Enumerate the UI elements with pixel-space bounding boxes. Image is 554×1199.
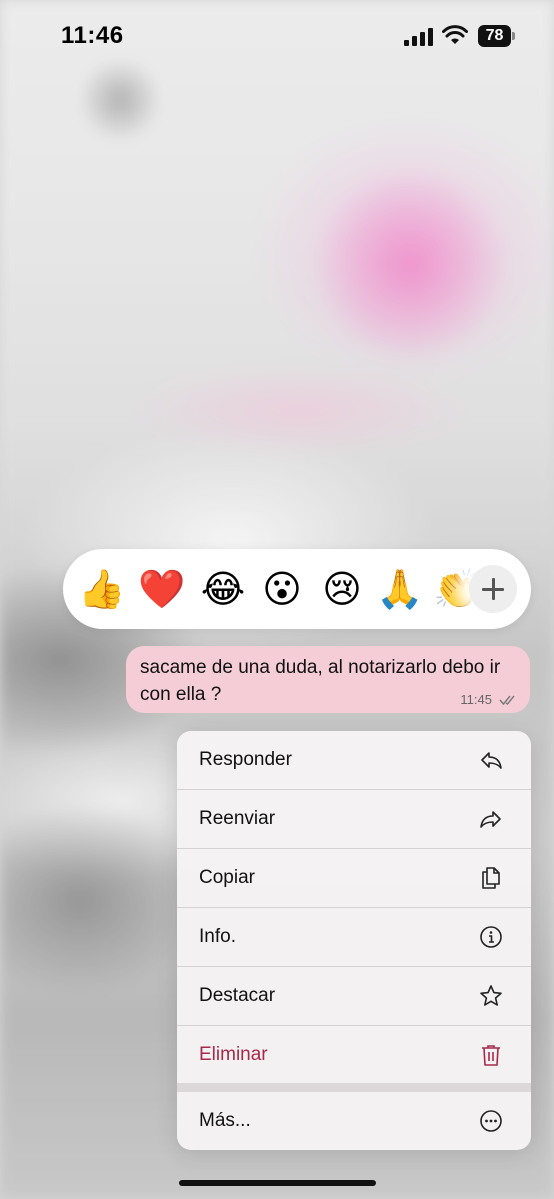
menu-label-more: Más... xyxy=(199,1110,251,1131)
reaction-surprised[interactable]: 😮 xyxy=(258,565,306,613)
forward-icon xyxy=(480,811,501,828)
menu-label-reply: Responder xyxy=(199,749,292,770)
copy-icon xyxy=(482,867,500,889)
menu-label-info: Info. xyxy=(199,926,236,947)
menu-item-forward[interactable]: Reenviar xyxy=(177,790,531,849)
wifi-icon xyxy=(442,25,468,44)
status-time: 11:46 xyxy=(61,22,124,49)
info-icon xyxy=(480,926,502,948)
menu-label-star: Destacar xyxy=(199,985,276,1006)
menu-separator xyxy=(177,1083,531,1092)
reaction-bar: 👍 ❤️ 😂 😮 😢 🙏 👏 xyxy=(63,549,531,629)
reply-icon xyxy=(481,752,502,769)
reaction-red-heart[interactable]: ❤️ xyxy=(138,565,186,613)
reaction-folded-hands[interactable]: 🙏 xyxy=(376,565,424,613)
reaction-crying[interactable]: 😢 xyxy=(318,565,366,613)
menu-item-more[interactable]: Más... xyxy=(177,1092,531,1150)
signal-icon xyxy=(404,28,433,46)
message-time: 11:45 xyxy=(460,692,492,707)
reaction-tears-of-joy[interactable]: 😂 xyxy=(199,565,247,613)
plus-icon[interactable] xyxy=(469,565,517,613)
battery-level: 78 xyxy=(485,27,504,44)
menu-label-forward: Reenviar xyxy=(199,808,276,829)
home-indicator[interactable] xyxy=(179,1180,376,1186)
menu-label-delete: Eliminar xyxy=(199,1044,268,1065)
menu-item-delete[interactable]: Eliminar xyxy=(177,1026,531,1085)
battery-icon: 78 xyxy=(478,25,516,47)
message-bubble[interactable]: sacame de una duda, al notarizarlo debo … xyxy=(126,646,530,713)
menu-label-copy: Copiar xyxy=(199,867,255,888)
menu-item-star[interactable]: Destacar xyxy=(177,967,531,1026)
more-icon xyxy=(480,1110,502,1132)
double-check-icon xyxy=(499,695,515,706)
menu-item-info[interactable]: Info. xyxy=(177,908,531,967)
status-bar: 11:46 78 xyxy=(0,0,554,74)
trash-icon xyxy=(482,1045,500,1066)
reaction-thumbs-up[interactable]: 👍 xyxy=(78,565,126,613)
star-icon xyxy=(480,985,502,1006)
menu-item-reply[interactable]: Responder xyxy=(177,731,531,790)
message-context-menu: Responder Reenviar Copiar Info. Destacar xyxy=(177,731,531,1150)
menu-item-copy[interactable]: Copiar xyxy=(177,849,531,908)
battery-nub xyxy=(512,32,515,40)
